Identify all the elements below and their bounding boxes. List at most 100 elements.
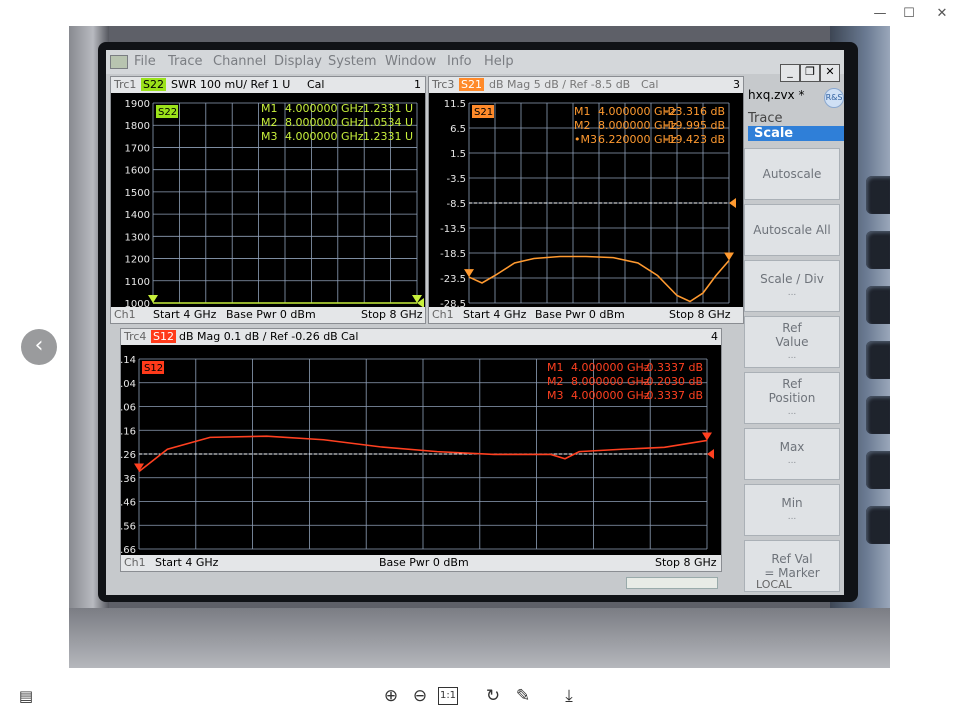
- instrument-housing-bottom: [69, 608, 890, 668]
- softkey-ref-value[interactable]: Ref Value...: [744, 316, 840, 368]
- maximize-button[interactable]: ☐: [895, 4, 923, 24]
- softkey-scale-div[interactable]: Scale / Div...: [744, 260, 840, 312]
- y-tick-label: -0.46: [121, 498, 136, 509]
- channel-label[interactable]: Ch1: [114, 308, 136, 321]
- softkey-label: Ref Position: [768, 377, 816, 405]
- menu-file[interactable]: File: [134, 54, 156, 69]
- menu-help[interactable]: Help: [484, 54, 514, 69]
- softkey-label: Autoscale All: [753, 223, 831, 237]
- marker-name: M3: [261, 130, 278, 143]
- download-icon[interactable]: ⤓: [557, 684, 581, 708]
- hardware-key: [866, 451, 890, 489]
- rotate-icon[interactable]: ↻: [481, 684, 505, 708]
- hardware-key: [866, 506, 890, 544]
- trace-plot: 1900180017001600150014001300120011001000…: [125, 99, 424, 310]
- softkey-max[interactable]: Max...: [744, 428, 840, 480]
- inner-restore-icon[interactable]: ❐: [800, 64, 820, 82]
- y-tick-label: 0.14: [121, 355, 136, 366]
- status-local: LOCAL: [756, 578, 792, 591]
- y-tick-label: -3.5: [446, 174, 466, 185]
- marker-value: 1.0534 U: [363, 116, 413, 129]
- marker-frequency: 8.000000 GHz: [571, 375, 650, 388]
- marker-frequency: 4.000000 GHz: [285, 130, 364, 143]
- start-freq: Start 4 GHz: [153, 308, 217, 321]
- marker-value: 1.2331 U: [363, 130, 413, 143]
- marker-name: M3: [547, 389, 564, 402]
- hardware-key: [866, 396, 890, 434]
- softkey-min[interactable]: Min...: [744, 484, 840, 536]
- y-tick-label: -13.5: [440, 224, 466, 235]
- softkey-autoscale-all[interactable]: Autoscale All: [744, 204, 840, 256]
- inner-minimize-icon[interactable]: _: [780, 64, 800, 82]
- diagram-trc1[interactable]: Trc1 S22 SWR 100 mU/ Ref 1 U Cal 1 1900 1…: [110, 76, 426, 324]
- param-label: S21: [474, 107, 493, 118]
- diagram-trc3[interactable]: Trc3 S21 dB Mag 5 dB / Ref -8.5 dB Cal 3…: [428, 76, 744, 324]
- hardware-key: [866, 231, 890, 269]
- y-tick-label: 1900: [125, 99, 150, 110]
- softkey-label: Min: [781, 496, 803, 510]
- minimize-button[interactable]: —: [866, 4, 894, 24]
- close-button[interactable]: ✕: [928, 4, 956, 24]
- channel-footer: Ch1 Start 4 GHz Base Pwr 0 dBm Stop 8 GH…: [121, 555, 721, 571]
- marker-value: -23.316 dB: [665, 105, 725, 118]
- zoom-out-icon[interactable]: ⊖: [408, 684, 432, 708]
- start-freq: Start 4 GHz: [463, 308, 527, 321]
- marker-m2-icon[interactable]: [724, 252, 734, 261]
- softkey-label: Max: [779, 440, 805, 454]
- marker-value: -0.3337 dB: [643, 361, 703, 374]
- y-tick-label: -18.5: [440, 249, 466, 260]
- param-label: S22: [158, 107, 177, 118]
- reference-marker-icon[interactable]: [707, 449, 714, 459]
- marker-m1-icon[interactable]: [134, 463, 144, 472]
- param-label: S12: [144, 363, 163, 374]
- marker-name: M2: [547, 375, 564, 388]
- stop-freq: Stop 8 GHz: [361, 308, 423, 321]
- softkey-sub: ...: [787, 407, 797, 417]
- marker-name: M2: [574, 119, 591, 132]
- instrument-menubar: File Trace Channel Display System Window…: [106, 50, 844, 74]
- start-freq: Start 4 GHz: [155, 556, 219, 569]
- menu-info[interactable]: Info: [447, 54, 472, 69]
- menu-trace[interactable]: Trace: [168, 54, 203, 69]
- file-name: hxq.zvx *: [748, 88, 805, 102]
- menu-channel[interactable]: Channel: [213, 54, 266, 69]
- edit-icon[interactable]: ✎: [511, 684, 535, 708]
- menu-display[interactable]: Display: [274, 54, 322, 69]
- previous-image-button[interactable]: ‹: [21, 329, 57, 365]
- y-tick-label: 1800: [125, 121, 150, 132]
- y-tick-label: 1.5: [450, 149, 466, 160]
- softkey-label: Autoscale: [762, 167, 822, 181]
- y-tick-label: -0.06: [121, 403, 136, 414]
- app-icon: [110, 55, 128, 69]
- menu-window[interactable]: Window: [385, 54, 436, 69]
- reference-marker-icon[interactable]: [729, 198, 736, 208]
- softkey-sub: ...: [787, 351, 797, 361]
- marker-m2-icon[interactable]: [702, 432, 712, 441]
- zoom-in-icon[interactable]: ⊕: [379, 684, 403, 708]
- y-tick-label: 11.5: [444, 99, 466, 110]
- marker-value: -0.3337 dB: [643, 389, 703, 402]
- y-tick-label: 1300: [125, 232, 150, 243]
- stop-freq: Stop 8 GHz: [655, 556, 717, 569]
- base-power: Base Pwr 0 dBm: [379, 556, 469, 569]
- base-power: Base Pwr 0 dBm: [226, 308, 316, 321]
- channel-label[interactable]: Ch1: [124, 556, 146, 569]
- trace-plot: 0.14 0.04 -0.06 -0.16 -0.26 -0.36 -0.46 -0.56 -0…: [121, 355, 714, 556]
- softkey-label: Scale / Div: [760, 272, 824, 286]
- inner-window-controls: _ ❐ ✕: [778, 64, 840, 82]
- diagram-trc4[interactable]: Trc4 S12 dB Mag 0.1 dB / Ref -0.26 dB Ca…: [120, 328, 722, 572]
- softkey-sub: ...: [787, 456, 797, 466]
- marker-value: -0.2030 dB: [643, 375, 703, 388]
- channel-label[interactable]: Ch1: [432, 308, 454, 321]
- softkey-label: Ref Value: [775, 321, 809, 349]
- softkey-ref-position[interactable]: Ref Position...: [744, 372, 840, 424]
- channel-footer: Ch1 Start 4 GHz Base Pwr 0 dBm Stop 8 GH…: [111, 307, 425, 323]
- menu-system[interactable]: System: [328, 54, 376, 69]
- marker-frequency: 4.000000 GHz: [285, 102, 364, 115]
- actual-size-icon[interactable]: 1:1: [438, 687, 458, 705]
- base-power: Base Pwr 0 dBm: [535, 308, 625, 321]
- inner-close-icon[interactable]: ✕: [820, 64, 840, 82]
- thumbnail-view-icon[interactable]: ▤: [14, 684, 38, 708]
- y-tick-label: 6.5: [450, 124, 466, 135]
- softkey-autoscale[interactable]: Autoscale: [744, 148, 840, 200]
